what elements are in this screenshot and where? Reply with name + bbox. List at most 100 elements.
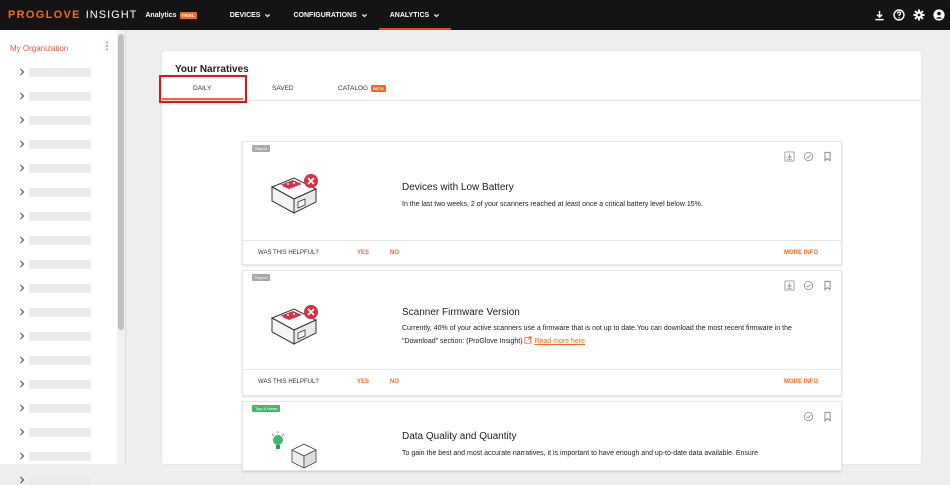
tree-item[interactable] xyxy=(19,187,93,197)
card-title: Data Quality and Quantity xyxy=(402,431,517,442)
card-badge: Report xyxy=(252,274,271,281)
tree-item-label xyxy=(29,115,91,125)
narrative-card-firmware: Report Scanner Firmware Version Currentl… xyxy=(242,270,842,396)
tree-item[interactable] xyxy=(19,403,93,413)
tree-item[interactable] xyxy=(19,331,93,341)
chevron-right-icon xyxy=(20,260,25,268)
organization-name[interactable]: My Organization xyxy=(10,44,68,53)
tree-item-label xyxy=(29,91,91,101)
bookmark-icon[interactable] xyxy=(822,151,833,162)
card-description: Currently, 40% of your active scanners u… xyxy=(402,323,827,348)
account-icon[interactable] xyxy=(932,8,946,22)
scrollbar-thumb[interactable] xyxy=(118,34,124,330)
tree-item[interactable] xyxy=(19,67,93,77)
yes-button[interactable]: YES xyxy=(357,250,369,256)
tree-item[interactable] xyxy=(19,307,93,317)
brand-logo[interactable]: PROGLOVE INSIGHT Analytics TRIAL xyxy=(8,9,197,21)
tree-item-label xyxy=(29,211,91,221)
download-icon[interactable] xyxy=(872,8,886,22)
yes-button[interactable]: YES xyxy=(357,379,369,385)
chevron-right-icon xyxy=(20,116,25,124)
page-title: Your Narratives xyxy=(175,64,249,75)
card-description: To gain the best and most accurate narra… xyxy=(402,450,759,457)
external-link-icon xyxy=(524,335,533,344)
tab-catalog[interactable]: CATALOG BETA xyxy=(338,84,386,92)
chevron-right-icon xyxy=(20,164,25,172)
tree-item-label xyxy=(29,235,91,245)
tree-item[interactable] xyxy=(19,163,93,173)
tree-item-label xyxy=(29,427,91,437)
narrative-card-low-battery: Report Devices with Low Battery In the l… xyxy=(242,141,842,265)
chevron-down-icon xyxy=(265,13,271,17)
tree-item-label xyxy=(29,187,91,197)
nav-devices-label: DEVICES xyxy=(229,11,261,19)
download-icon[interactable] xyxy=(784,151,795,162)
more-info-button[interactable]: MORE INFO xyxy=(784,250,818,256)
download-icon[interactable] xyxy=(784,280,795,291)
tree-item[interactable] xyxy=(19,427,93,437)
nav-analytics-label: ANALYTICS xyxy=(389,11,430,19)
check-circle-icon[interactable] xyxy=(803,411,814,422)
bookmark-icon[interactable] xyxy=(822,280,833,291)
more-info-button[interactable]: MORE INFO xyxy=(784,379,818,385)
check-circle-icon[interactable] xyxy=(803,280,814,291)
tab-saved[interactable]: SAVED xyxy=(272,85,294,92)
nav-configurations[interactable]: CONFIGURATIONS xyxy=(282,0,378,30)
tree-item[interactable] xyxy=(19,283,93,293)
card-feedback-footer: WAS THIS HELPFUL? YES NO MORE INFO xyxy=(243,240,841,266)
tree-item[interactable] xyxy=(19,451,93,461)
helpful-question: WAS THIS HELPFUL? xyxy=(258,250,319,256)
chevron-right-icon xyxy=(20,332,25,340)
no-button[interactable]: NO xyxy=(390,379,399,385)
chevron-down-icon xyxy=(361,13,367,17)
header-actions xyxy=(872,8,946,22)
card-feedback-footer: WAS THIS HELPFUL? YES NO MORE INFO xyxy=(243,369,841,395)
settings-icon[interactable] xyxy=(912,8,926,22)
nav-devices[interactable]: DEVICES xyxy=(219,0,283,30)
no-button[interactable]: NO xyxy=(390,250,399,256)
nav-configurations-label: CONFIGURATIONS xyxy=(293,11,357,19)
chevron-right-icon xyxy=(20,380,25,388)
tree-item-label xyxy=(29,163,91,173)
highlight-daily-tab xyxy=(159,75,247,103)
bookmark-icon[interactable] xyxy=(822,411,833,422)
sidebar-scrollbar[interactable] xyxy=(117,30,125,464)
top-navigation-bar: PROGLOVE INSIGHT Analytics TRIAL DEVICES… xyxy=(0,0,950,30)
check-circle-icon[interactable] xyxy=(803,151,814,162)
tree-item[interactable] xyxy=(19,211,93,221)
tree-item[interactable] xyxy=(19,91,93,101)
scanner-battery-illustration xyxy=(270,174,318,214)
card-badge: Report xyxy=(252,145,271,152)
main-nav: DEVICES CONFIGURATIONS ANALYTICS xyxy=(219,0,452,30)
read-more-link[interactable]: Read more here xyxy=(534,338,585,345)
tree-item-label xyxy=(29,403,91,413)
tree-item[interactable] xyxy=(19,115,93,125)
tree-item[interactable] xyxy=(19,379,93,389)
card-actions xyxy=(784,151,833,162)
help-icon[interactable] xyxy=(892,8,906,22)
narrative-tabs: DAILY SAVED CATALOG BETA xyxy=(162,77,921,101)
tree-item[interactable] xyxy=(19,259,93,269)
chevron-down-icon xyxy=(434,13,440,17)
tree-item-label xyxy=(29,331,91,341)
sidebar: My Organization ⋮ xyxy=(0,30,126,485)
chevron-right-icon xyxy=(20,140,25,148)
tree-item-label xyxy=(29,451,91,461)
tree-item[interactable] xyxy=(19,355,93,365)
more-vert-icon[interactable]: ⋮ xyxy=(102,42,112,52)
trial-badge: TRIAL xyxy=(179,11,197,19)
card-actions xyxy=(784,280,833,291)
tree-item[interactable] xyxy=(19,139,93,149)
tree-item[interactable] xyxy=(19,475,93,485)
tab-catalog-label: CATALOG xyxy=(338,85,369,92)
nav-analytics[interactable]: ANALYTICS xyxy=(378,0,452,30)
tree-item-label xyxy=(29,259,91,269)
chevron-right-icon xyxy=(20,284,25,292)
tree-item[interactable] xyxy=(19,235,93,245)
scanner-firmware-illustration xyxy=(270,305,318,345)
beta-badge: BETA xyxy=(371,84,386,92)
chevron-right-icon xyxy=(20,308,25,316)
card-actions xyxy=(803,411,833,422)
narrative-card-data-quality: Tips & News Data Quality and Quantity To… xyxy=(242,401,842,471)
chevron-right-icon xyxy=(20,452,25,460)
